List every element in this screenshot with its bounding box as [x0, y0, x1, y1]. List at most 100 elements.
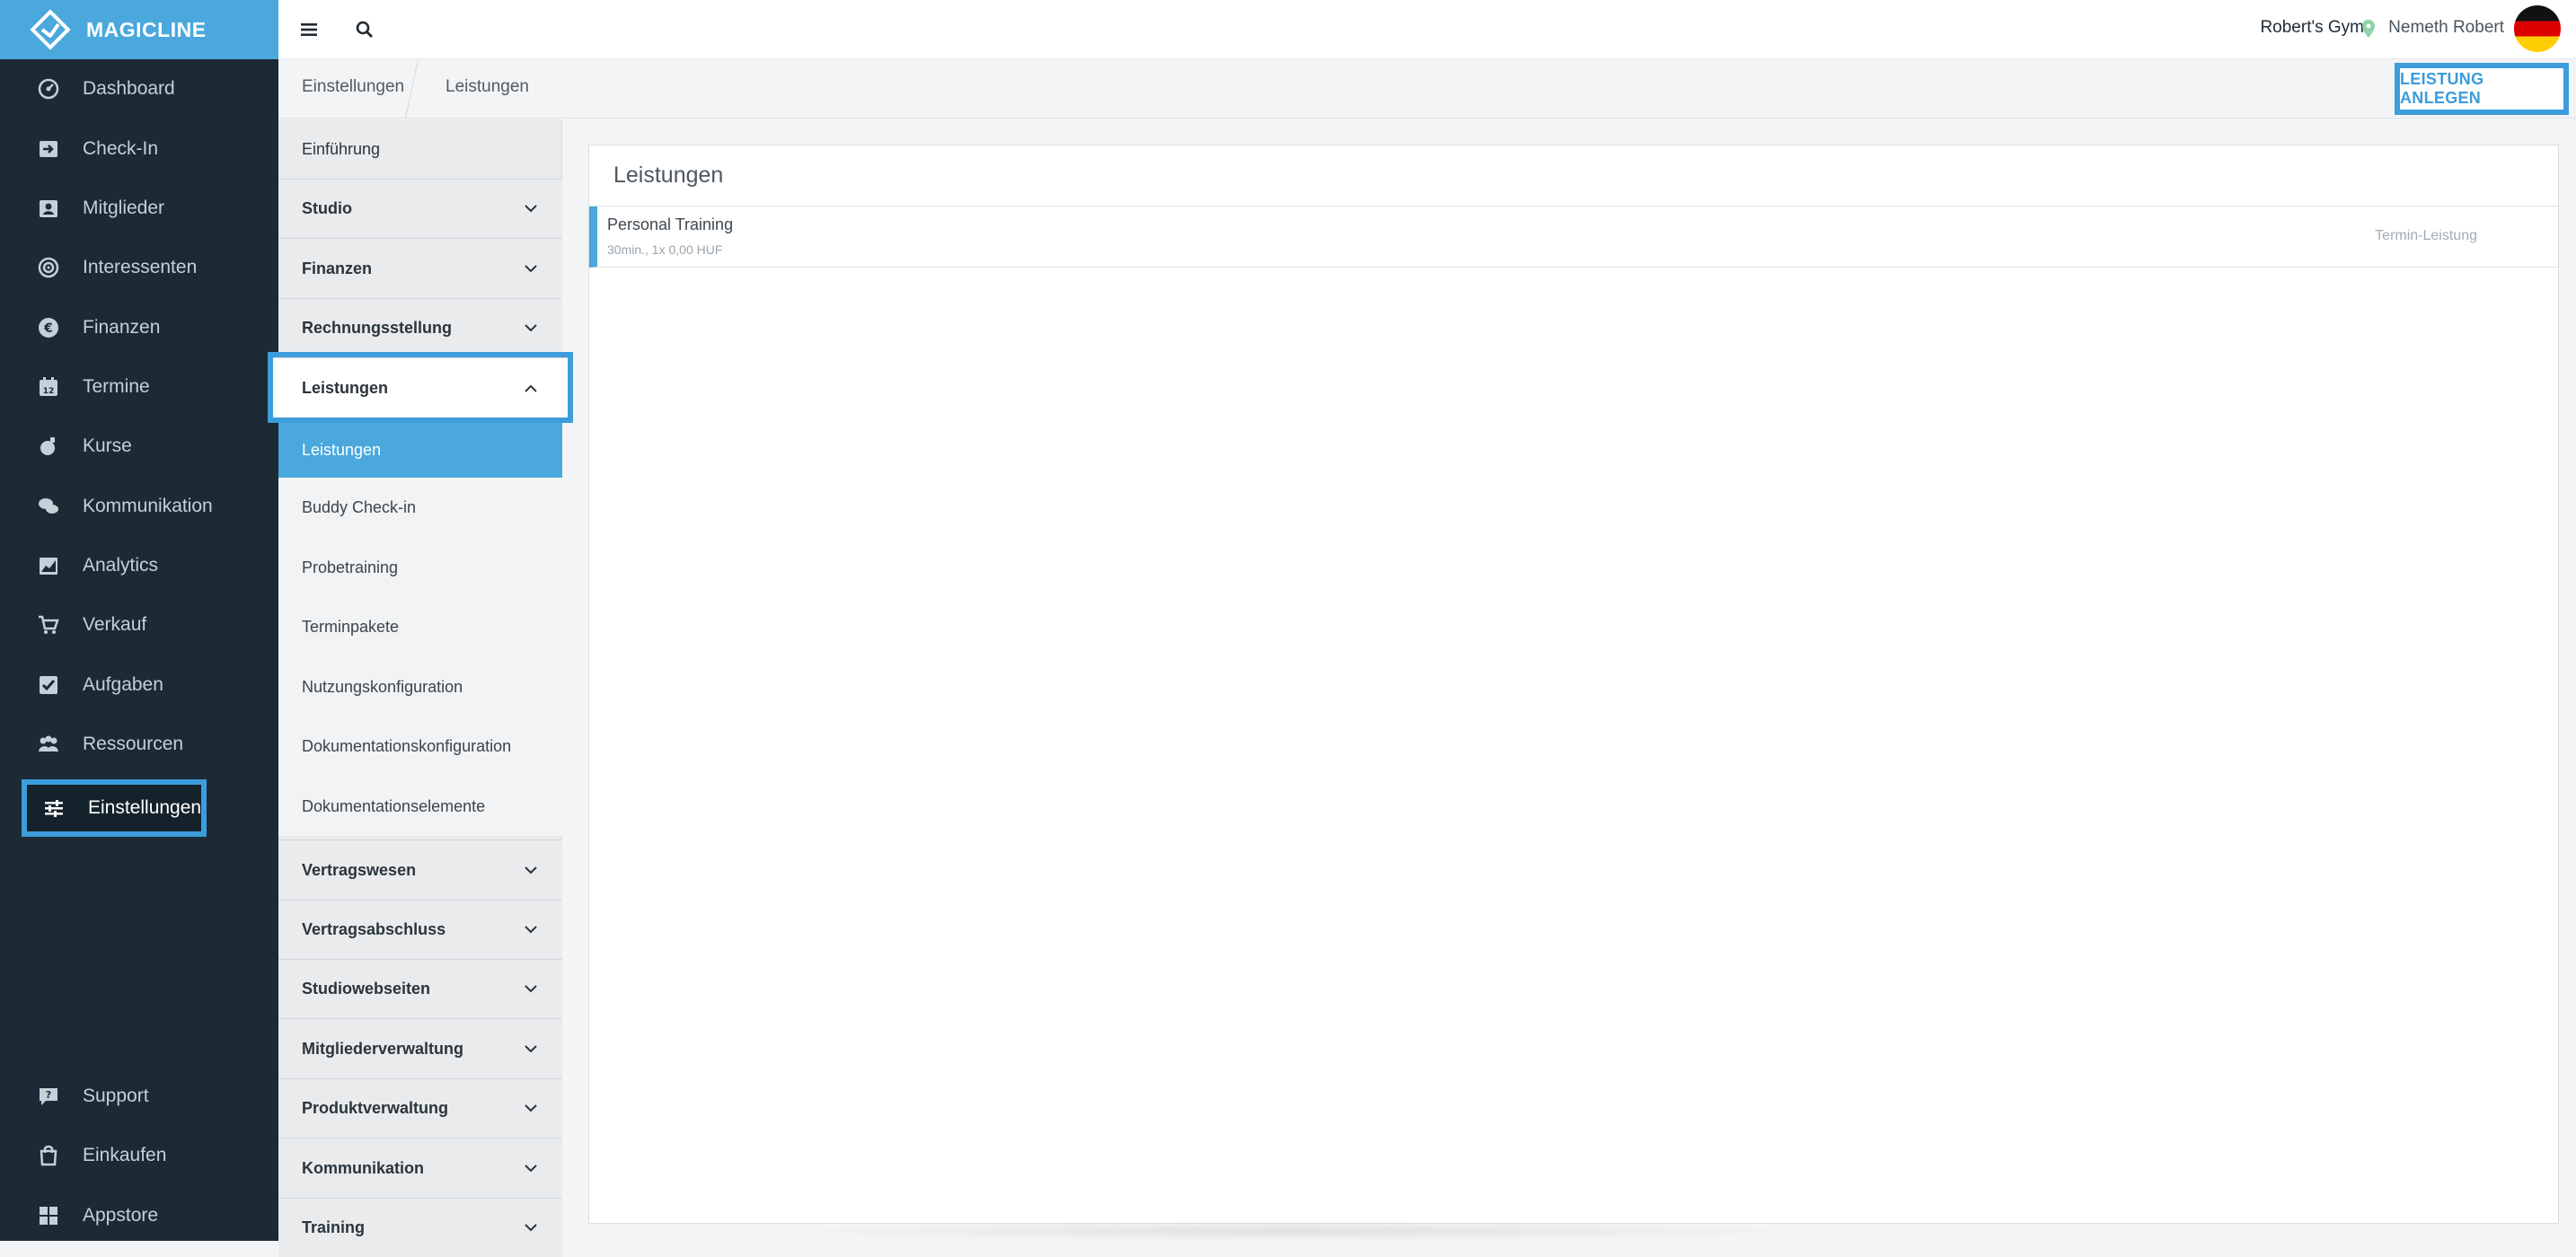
nav-item-label: Analytics	[83, 555, 159, 576]
submenu-section-vertragsabschluss[interactable]: Vertragsabschluss	[278, 900, 562, 959]
nav-item-aufgaben[interactable]: Aufgaben	[0, 655, 278, 715]
gym-selector[interactable]: Robert's Gym	[2260, 18, 2364, 38]
submenu-section-studiowebseiten[interactable]: Studiowebseiten	[278, 959, 562, 1018]
submenu-item-dokumentationskonfiguration[interactable]: Dokumentationskonfiguration	[278, 716, 562, 777]
courses-icon	[38, 435, 59, 457]
nav-item-label: Aufgaben	[83, 674, 163, 695]
nav-item-analytics[interactable]: Analytics	[0, 536, 278, 595]
nav-item-label: Support	[83, 1086, 149, 1106]
submenu-label: Finanzen	[302, 259, 373, 277]
nav-item-einstellungen[interactable]: Einstellungen	[22, 779, 207, 837]
submenu-item-buddy-check-in[interactable]: Buddy Check-in	[278, 478, 562, 538]
nav-item-label: Kommunikation	[83, 496, 213, 516]
leistung-anlegen-button[interactable]: LEISTUNG ANLEGEN	[2395, 63, 2569, 115]
nav-item-verkauf[interactable]: Verkauf	[0, 595, 278, 655]
submenu-section-studio[interactable]: Studio	[278, 179, 562, 238]
submenu-einfuehrung[interactable]: Einführung	[278, 119, 562, 179]
service-title: Personal Training	[607, 215, 734, 233]
finance-icon: €	[38, 317, 59, 338]
svg-text:€: €	[43, 321, 53, 336]
nav-item-dashboard[interactable]: Dashboard	[0, 59, 278, 119]
analytics-icon	[38, 555, 59, 576]
dashboard-icon	[38, 78, 59, 100]
submenu-label: Dokumentationskonfiguration	[302, 737, 512, 755]
tasks-icon	[38, 674, 59, 696]
chevron-down-icon	[525, 1162, 537, 1174]
nav-item-label: Mitglieder	[83, 198, 165, 218]
chevron-up-icon	[525, 382, 537, 394]
svg-text:?: ?	[46, 1089, 51, 1101]
support-icon: ?	[38, 1086, 59, 1107]
top-bar: Robert's Gym Nemeth Robert	[278, 0, 2576, 59]
chevron-down-icon	[525, 924, 537, 936]
brand-name: MAGICLINE	[86, 17, 207, 41]
members-icon	[38, 198, 59, 219]
german-flag-icon[interactable]	[2514, 5, 2561, 52]
search-icon[interactable]	[352, 17, 377, 42]
nav-item-kommunikation[interactable]: Kommunikation	[0, 477, 278, 536]
scroll-shadow	[772, 1221, 1814, 1241]
chevron-down-icon	[525, 203, 537, 215]
nav-item-interessenten[interactable]: Interessenten	[0, 238, 278, 297]
submenu-label: Studio	[302, 199, 352, 217]
submenu-item-leistungen[interactable]: Leistungen	[278, 423, 562, 478]
nav-item-check-in[interactable]: Check-In	[0, 119, 278, 179]
submenu-item-terminpakete[interactable]: Terminpakete	[278, 597, 562, 657]
breadcrumb-einstellungen[interactable]: Einstellungen	[302, 77, 404, 97]
submenu-item-probetraining[interactable]: Probetraining	[278, 538, 562, 597]
nav-item-einkaufen[interactable]: Einkaufen	[0, 1126, 278, 1185]
submenu-label: Mitgliederverwaltung	[302, 1039, 464, 1058]
nav-item-termine[interactable]: 12 Termine	[0, 357, 278, 417]
user-menu[interactable]: Nemeth Robert	[2388, 18, 2504, 38]
nav-item-label: Verkauf	[83, 614, 147, 635]
submenu-section-kommunikation[interactable]: Kommunikation	[278, 1138, 562, 1198]
page-title: Leistungen	[589, 145, 2558, 207]
nav-item-ressourcen[interactable]: Ressourcen	[0, 715, 278, 774]
prospects-icon	[38, 257, 59, 278]
nav-item-label: Appstore	[83, 1205, 159, 1226]
location-pin-icon	[2362, 20, 2375, 38]
main-navigation: MAGICLINE Dashboard Check-In Mitglieder …	[0, 0, 278, 1241]
resources-icon	[38, 734, 59, 755]
submenu-label: Rechnungsstellung	[302, 319, 453, 337]
submenu-section-produktverwaltung[interactable]: Produktverwaltung	[278, 1078, 562, 1138]
submenu-section-training[interactable]: Training	[278, 1198, 562, 1257]
submenu-section-vertragswesen[interactable]: Vertragswesen	[278, 839, 562, 900]
nav-item-appstore[interactable]: Appstore	[0, 1186, 278, 1245]
nav-item-label: Dashboard	[83, 78, 175, 99]
services-panel: Leistungen Personal Training 30min., 1x …	[588, 145, 2559, 1224]
check-in-icon	[38, 138, 59, 160]
nav-item-label: Kurse	[83, 435, 132, 456]
nav-item-label: Check-In	[83, 138, 159, 159]
service-details: 30min., 1x 0,00 HUF	[607, 242, 723, 257]
submenu-label: Einführung	[302, 139, 381, 158]
service-type-label: Termin-Leistung	[2375, 228, 2477, 243]
appstore-icon	[38, 1205, 59, 1226]
submenu-section-leistungen[interactable]: Leistungen	[268, 352, 573, 423]
nav-item-label: Ressourcen	[83, 734, 184, 754]
calendar-icon: 12	[38, 376, 59, 398]
nav-item-label: Einstellungen	[88, 797, 202, 818]
brand-header[interactable]: MAGICLINE	[0, 0, 278, 59]
settings-submenu: Einführung Studio Finanzen Rechnungsstel…	[268, 119, 573, 1257]
submenu-section-rechnungsstellung[interactable]: Rechnungsstellung	[278, 298, 562, 357]
nav-item-finanzen[interactable]: € Finanzen	[0, 298, 278, 357]
chevron-down-icon	[525, 1222, 537, 1235]
submenu-label: Dokumentationselemente	[302, 796, 486, 815]
service-row-personal-training[interactable]: Personal Training 30min., 1x 0,00 HUF Te…	[589, 207, 2558, 268]
nav-item-label: Einkaufen	[83, 1145, 167, 1165]
submenu-label: Nutzungskonfiguration	[302, 677, 463, 696]
breadcrumb: Einstellungen Leistungen LEISTUNG ANLEGE…	[278, 59, 2576, 119]
nav-item-support[interactable]: ? Support	[0, 1067, 278, 1126]
submenu-section-finanzen[interactable]: Finanzen	[278, 238, 562, 298]
nav-item-kurse[interactable]: Kurse	[0, 417, 278, 476]
submenu-item-dokumentationselemente[interactable]: Dokumentationselemente	[278, 777, 562, 836]
hamburger-menu-icon[interactable]	[296, 17, 322, 42]
svg-text:12: 12	[43, 387, 55, 396]
submenu-label: Leistungen	[302, 378, 389, 397]
submenu-section-mitgliederverwaltung[interactable]: Mitgliederverwaltung	[278, 1018, 562, 1078]
submenu-label: Vertragswesen	[302, 860, 417, 879]
submenu-item-nutzungskonfiguration[interactable]: Nutzungskonfiguration	[278, 657, 562, 716]
shop-icon	[38, 1145, 59, 1166]
nav-item-mitglieder[interactable]: Mitglieder	[0, 179, 278, 238]
